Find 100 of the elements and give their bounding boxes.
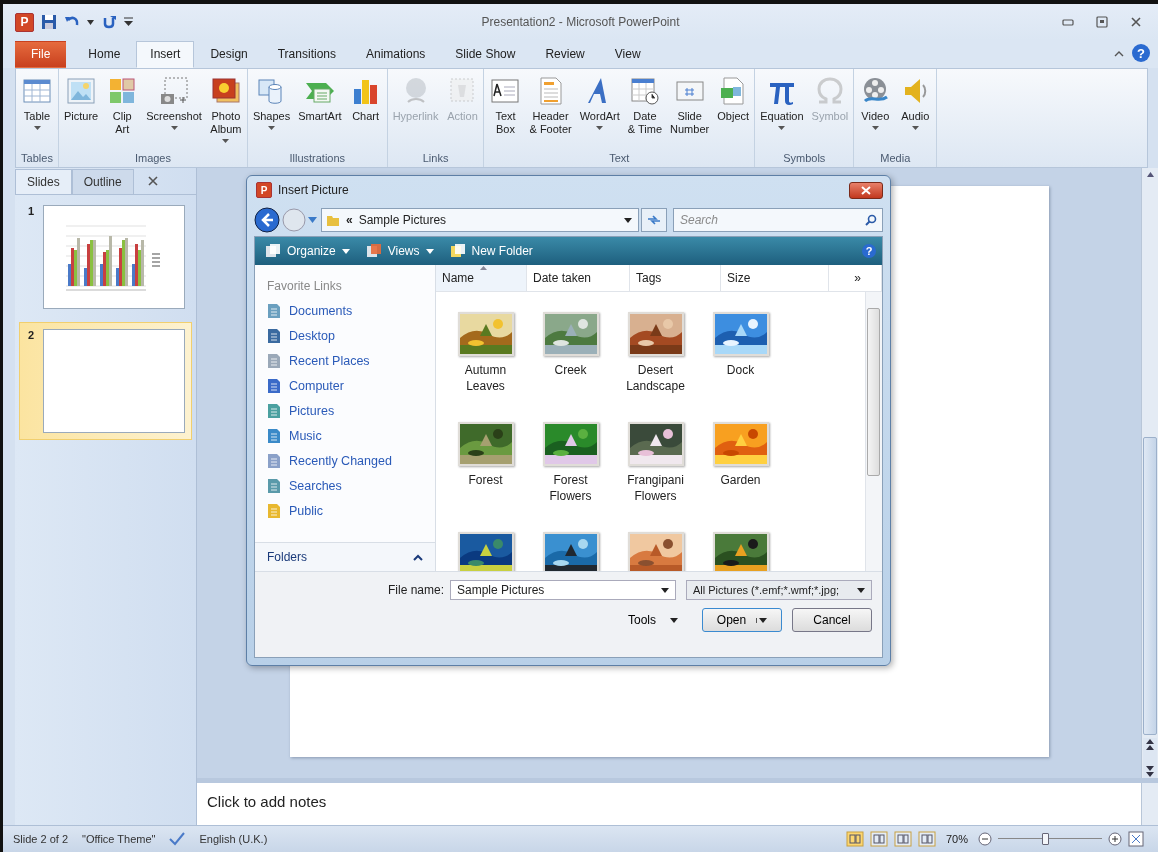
favorite-link[interactable]: Desktop (255, 323, 435, 348)
save-icon[interactable] (41, 14, 57, 30)
check-icon[interactable] (169, 832, 186, 846)
file-name[interactable]: Forest Flowers (531, 472, 610, 504)
search-icon (865, 214, 877, 226)
ribbon-button[interactable]: Shapes (249, 71, 294, 151)
scrollbar[interactable] (1141, 168, 1158, 778)
panel-tab[interactable]: Slides (15, 168, 72, 194)
close-icon[interactable] (1130, 16, 1142, 28)
file-name[interactable]: Desert Landscape (616, 362, 695, 394)
file-type-dropdown[interactable]: All Pictures (*.emf;*.wmf;*.jpg; (686, 580, 872, 600)
minimize-icon[interactable] (1062, 18, 1074, 26)
favorite-link[interactable]: Pictures (255, 398, 435, 423)
view-icon[interactable] (893, 831, 912, 847)
ribbon-button[interactable]: WordArt (576, 71, 623, 151)
ribbon-tab[interactable]: View (600, 41, 655, 68)
zoom-slider-thumb[interactable] (1041, 833, 1049, 845)
ribbon-tab[interactable]: Transitions (263, 41, 350, 68)
help-icon[interactable]: ? (862, 244, 876, 258)
ribbon-button[interactable]: Object (714, 71, 753, 151)
tools-menu[interactable]: Tools (622, 612, 684, 628)
ribbon-tab[interactable]: Review (531, 41, 599, 68)
chevron-up-icon[interactable] (413, 553, 423, 561)
ribbon-button[interactable]: Slide Number (667, 71, 713, 151)
refresh-button[interactable] (641, 208, 667, 232)
caret-icon[interactable] (87, 19, 94, 25)
ribbon-tab[interactable]: Animations (352, 41, 440, 68)
collapse-icon[interactable] (1114, 49, 1124, 57)
file-name[interactable]: Creek (531, 362, 610, 378)
ribbon-button[interactable]: Clip Art (103, 71, 142, 151)
file-name[interactable]: Garden (701, 472, 780, 488)
panel-tab[interactable]: Outline (71, 168, 134, 194)
ribbon-button[interactable]: Picture (61, 71, 102, 151)
ribbon-button[interactable]: Audio (896, 71, 935, 151)
ribbon-tab[interactable]: Insert (136, 41, 195, 68)
slide-navigation-icon[interactable] (1143, 738, 1157, 778)
dialog-button[interactable]: Cancel (792, 608, 872, 632)
page-icon (267, 377, 281, 394)
calendar-clock-icon (628, 75, 661, 107)
ribbon-tab[interactable]: Slide Show (441, 41, 530, 68)
file-name-field[interactable]: Sample Pictures (450, 580, 676, 600)
column-header[interactable]: Size (721, 265, 829, 291)
redo-icon[interactable] (101, 14, 117, 30)
ribbon-button[interactable]: Text Box (486, 71, 525, 151)
favorite-link[interactable]: Music (255, 423, 435, 448)
scrollbar[interactable] (1141, 783, 1158, 825)
ribbon-tab[interactable]: File (15, 41, 67, 68)
favorite-link[interactable]: Public (255, 498, 435, 523)
slide-thumbnail-row[interactable]: 1 (19, 198, 192, 316)
ribbon-button[interactable]: SmartArt (295, 71, 345, 151)
customize-icon[interactable] (124, 17, 133, 27)
app-logo[interactable]: P (15, 12, 34, 32)
ribbon-button[interactable]: Photo Album (206, 71, 245, 151)
slide-thumbnail-row[interactable]: 2 (19, 322, 192, 440)
ribbon-button[interactable]: Equation (757, 71, 807, 151)
favorite-link[interactable]: Searches (255, 473, 435, 498)
more-columns[interactable]: » (829, 265, 882, 291)
restore-icon[interactable] (1096, 16, 1108, 28)
favorite-link[interactable]: Documents (255, 298, 435, 323)
view-icon[interactable] (845, 831, 864, 847)
column-header[interactable]: Tags (630, 265, 721, 291)
view-icon[interactable] (869, 831, 888, 847)
address-bar[interactable]: « Sample Pictures (321, 208, 639, 232)
toolbar-button[interactable]: New Folder (445, 242, 537, 260)
close-button[interactable] (849, 181, 883, 199)
ribbon-tab[interactable]: Home (74, 41, 135, 68)
toolbar-button[interactable]: Views (361, 242, 438, 260)
ribbon-button[interactable]: Date & Time (624, 71, 666, 151)
toolbar-icon (265, 244, 281, 258)
favorite-link[interactable]: Recent Places (255, 348, 435, 373)
fit-to-window-icon[interactable] (1128, 831, 1144, 847)
language[interactable]: English (U.K.) (199, 833, 268, 845)
ribbon-button[interactable]: Screenshot (143, 71, 205, 151)
notes-field[interactable]: Click to add notes (197, 783, 1141, 825)
ribbon-button[interactable]: Video (856, 71, 895, 151)
dialog-button[interactable]: Open (702, 608, 782, 632)
ribbon-button[interactable]: Chart (346, 71, 385, 151)
ribbon-button[interactable]: Table (18, 71, 56, 151)
file-name[interactable]: Frangipani Flowers (616, 472, 695, 504)
back-icon[interactable] (254, 207, 280, 233)
favorite-link[interactable]: Computer (255, 373, 435, 398)
scrollbar[interactable] (865, 292, 882, 571)
caret-icon[interactable] (624, 217, 632, 223)
file-name[interactable]: Forest (446, 472, 525, 488)
close-icon[interactable] (147, 176, 158, 186)
zoom-out-icon[interactable] (978, 832, 992, 846)
zoom-level[interactable]: 70% (945, 833, 968, 845)
folders-label[interactable]: Folders (267, 550, 307, 564)
column-header[interactable]: Name (436, 265, 527, 291)
toolbar-button[interactable]: Organize (261, 242, 354, 260)
file-name[interactable]: Autumn Leaves (446, 362, 525, 394)
column-header[interactable]: Date taken (527, 265, 630, 291)
search-field[interactable]: Search (673, 208, 883, 232)
view-icon[interactable] (917, 831, 936, 847)
ribbon-tab[interactable]: Design (196, 41, 262, 68)
help-icon[interactable]: ? (1132, 44, 1150, 62)
ribbon-button[interactable]: Header & Footer (526, 71, 575, 151)
zoom-in-icon[interactable] (1108, 832, 1122, 846)
file-name[interactable]: Dock (701, 362, 780, 378)
favorite-link[interactable]: Recently Changed (255, 448, 435, 473)
